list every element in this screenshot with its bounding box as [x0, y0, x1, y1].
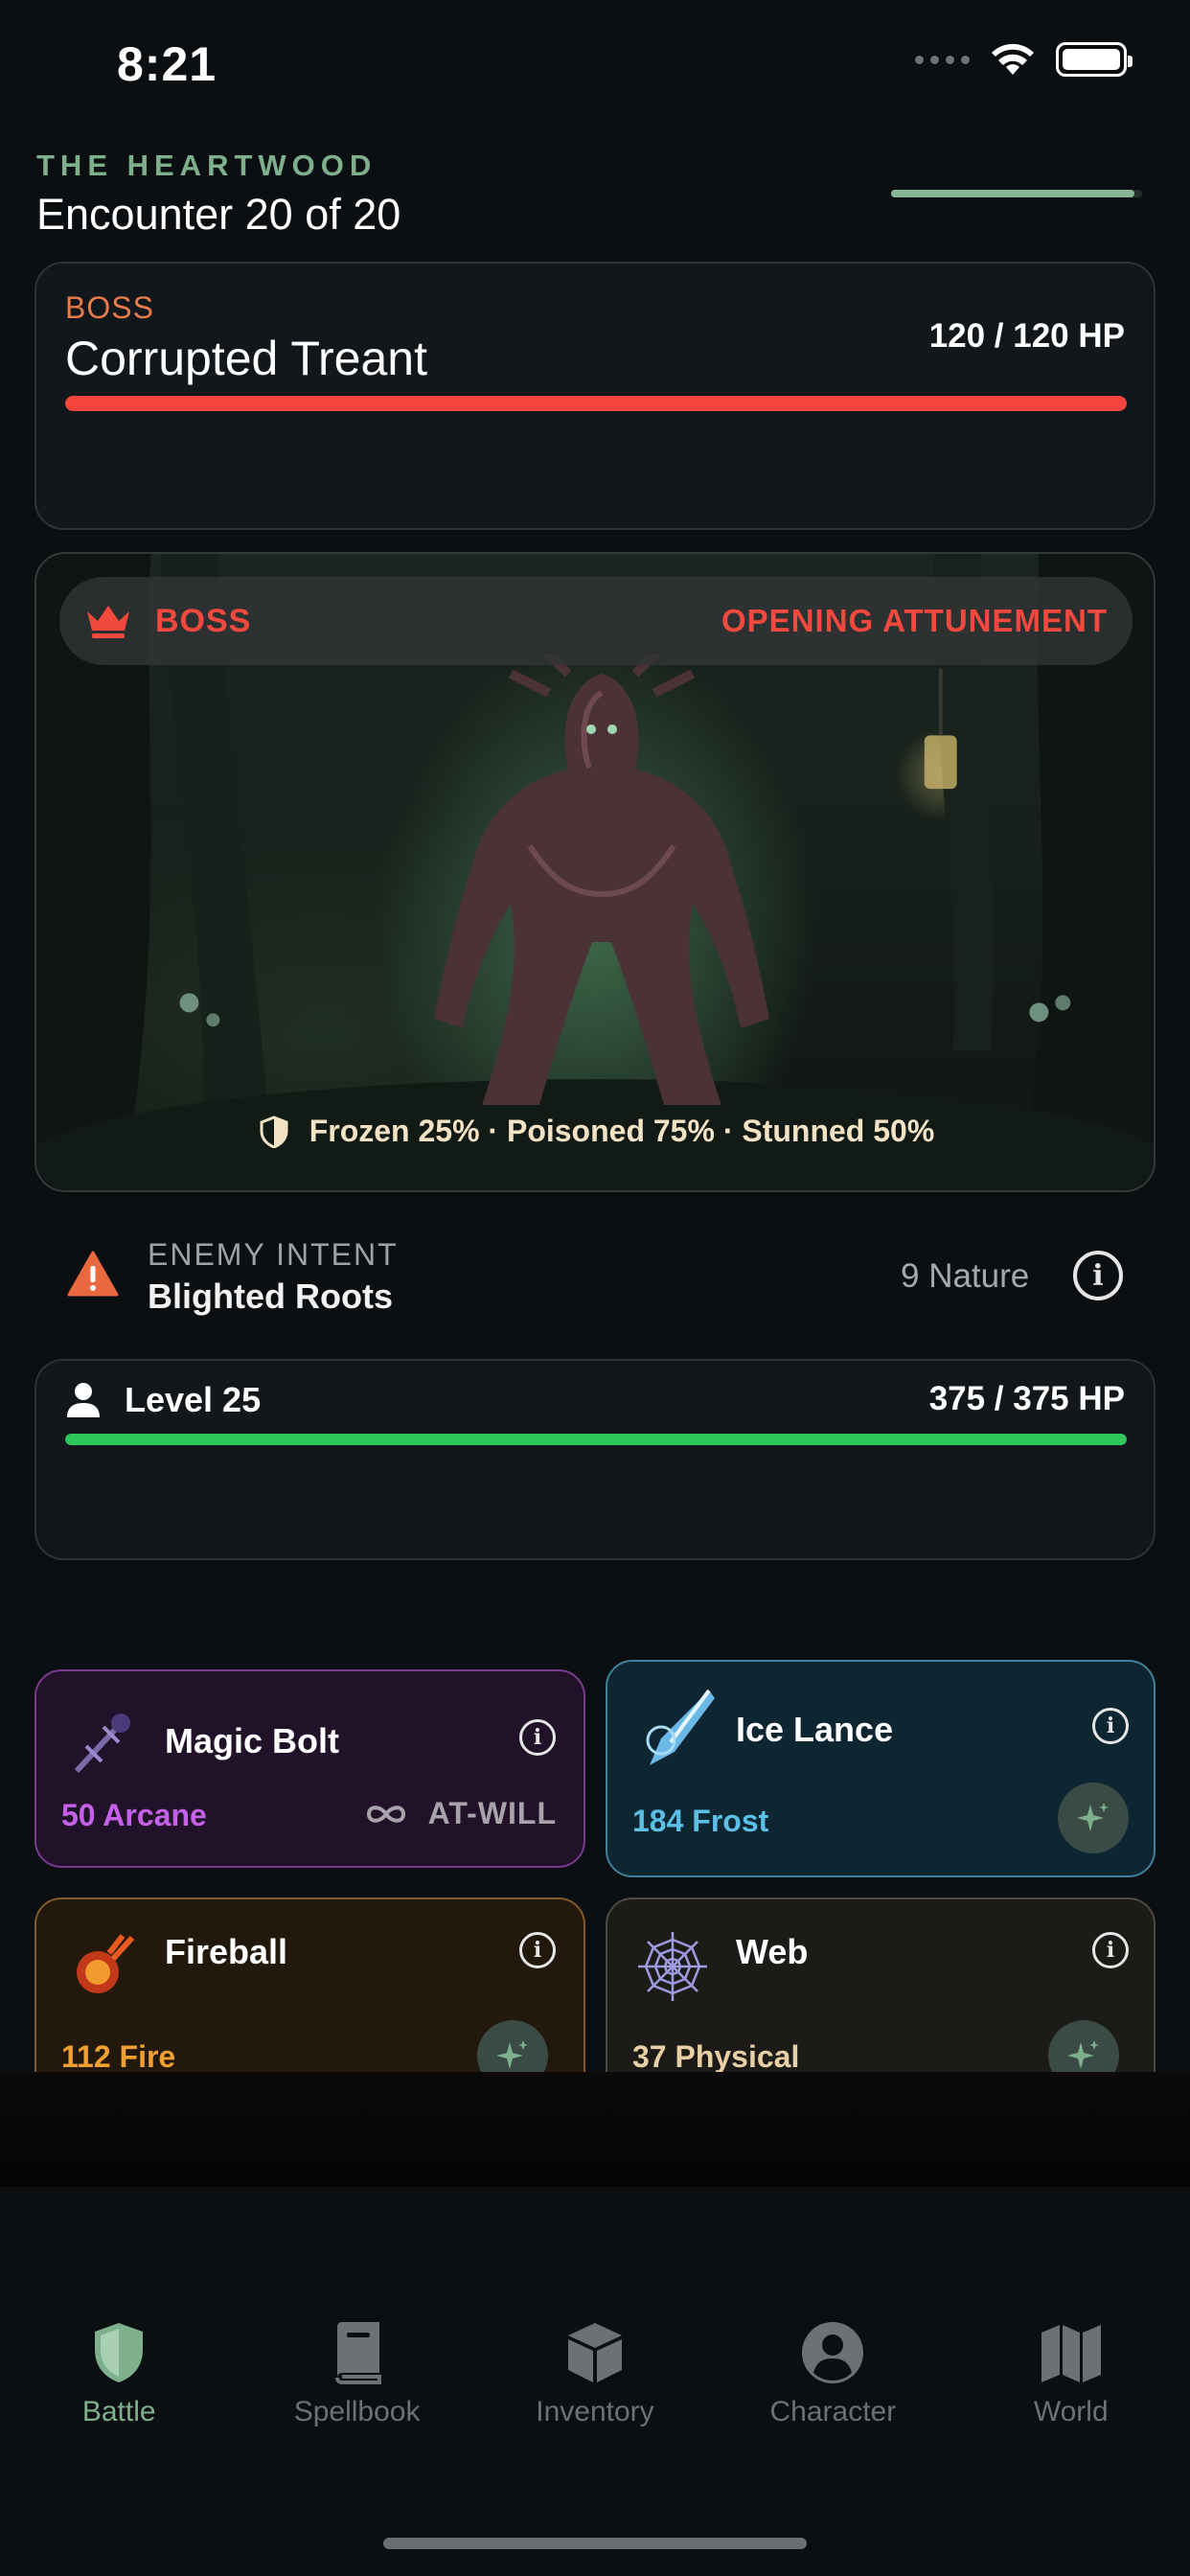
spell-damage: 50 Arcane: [61, 1798, 207, 1832]
boss-name: Corrupted Treant: [65, 332, 427, 385]
battle-scene[interactable]: BOSS OPENING ATTUNEMENT Frozen 25% · Poi…: [34, 552, 1156, 1192]
ice-lance-icon: [646, 1689, 715, 1765]
intent-info-icon[interactable]: i: [1073, 1251, 1123, 1300]
boss-status-card: BOSS Corrupted Treant 120 / 120 HP: [34, 262, 1156, 530]
spell-card-ice-lance[interactable]: Ice Lance i 184 Frost: [606, 1660, 1156, 1877]
spell-damage: 112 Fire: [61, 2039, 176, 2074]
at-will-indicator: AT-WILL: [363, 1796, 557, 1831]
spell-scroll-clip: [0, 2072, 1190, 2187]
status-effects: Frozen 25% · Poisoned 75% · Stunned 50%: [36, 1114, 1154, 1149]
tab-label: Spellbook: [293, 2396, 421, 2427]
tab-label: Battle: [81, 2396, 156, 2427]
spell-mode: AT-WILL: [427, 1796, 557, 1830]
magic-bolt-icon: [74, 1714, 130, 1774]
encounter-progress-bar: [891, 190, 1142, 197]
spell-name: Fireball: [165, 1932, 288, 1971]
encounter-progress-fill: [891, 190, 1135, 197]
spell-info-icon[interactable]: i: [1092, 1708, 1129, 1744]
status-effects-text: Frozen 25% · Poisoned 75% · Stunned 50%: [309, 1114, 935, 1148]
tab-inventory[interactable]: Inventory: [499, 2319, 691, 2511]
boss-tag: BOSS: [65, 290, 154, 325]
spell-info-icon[interactable]: i: [519, 1932, 556, 1968]
spell-damage: 37 Physical: [632, 2039, 800, 2074]
player-level: Level 25: [125, 1380, 262, 1419]
person-circle-icon: [802, 2322, 864, 2383]
player-hp-fill: [65, 1434, 1127, 1445]
tab-label: World: [1033, 2396, 1109, 2427]
corrupted-treant-figure: [434, 655, 769, 1105]
tab-bar: Battle Spellbook Inventory Character Wor…: [0, 2319, 1190, 2511]
boss-hp-text: 120 / 120 HP: [928, 317, 1125, 355]
banner-boss-tag: BOSS: [155, 602, 252, 639]
shield-icon: [260, 1115, 288, 1148]
boss-hp-bar: [65, 396, 1127, 411]
tab-label: Inventory: [536, 2396, 654, 2427]
tab-world[interactable]: World: [975, 2319, 1167, 2511]
sparkle-icon: [1067, 2040, 1099, 2069]
crown-icon: [87, 606, 129, 638]
spell-info-icon[interactable]: i: [519, 1719, 556, 1756]
spell-name: Web: [736, 1932, 809, 1971]
status-icons: [915, 42, 1133, 77]
encounter-banner: BOSS OPENING ATTUNEMENT: [59, 577, 1133, 665]
tab-character[interactable]: Character: [737, 2319, 928, 2511]
sparkle-icon: [1077, 1803, 1109, 1831]
boss-hp-fill: [65, 396, 1127, 411]
enemy-intent-name: Blighted Roots: [148, 1276, 393, 1316]
tab-spellbook[interactable]: Spellbook: [262, 2319, 453, 2511]
boss-phase-label: OPENING ATTUNEMENT: [721, 603, 1108, 638]
player-status-card: Level 25 375 / 375 HP: [34, 1359, 1156, 1560]
tab-battle[interactable]: Battle: [23, 2319, 215, 2511]
enemy-intent-label: ENEMY INTENT: [148, 1237, 399, 1272]
player-hp-text: 375 / 375 HP: [928, 1380, 1125, 1417]
encounter-counter: Encounter 20 of 20: [36, 190, 401, 239]
status-time: 8:21: [117, 37, 217, 91]
infinity-icon: [366, 1805, 405, 1823]
book-icon: [334, 2322, 381, 2384]
spell-name: Ice Lance: [736, 1710, 894, 1749]
player-hp-bar: [65, 1434, 1127, 1445]
map-icon: [1041, 2325, 1101, 2382]
wifi-icon: [992, 43, 1034, 75]
spell-damage: 184 Frost: [632, 1804, 769, 1838]
cast-spell-button[interactable]: [1058, 1782, 1129, 1853]
box-icon: [567, 2323, 622, 2382]
fireball-icon: [77, 1934, 135, 1993]
spell-name: Magic Bolt: [165, 1721, 340, 1760]
home-indicator[interactable]: [383, 2538, 807, 2549]
area-name: THE HEARTWOOD: [36, 149, 378, 182]
sparkle-icon: [496, 2040, 528, 2069]
enemy-intent-value: 9 Nature: [901, 1257, 1030, 1295]
signal-dots-icon: [915, 55, 970, 64]
shield-icon: [95, 2323, 144, 2382]
spell-card-magic-bolt[interactable]: Magic Bolt i 50 Arcane AT-WILL: [34, 1669, 585, 1868]
spell-info-icon[interactable]: i: [1092, 1932, 1129, 1968]
warning-icon: [67, 1251, 119, 1297]
tab-label: Character: [769, 2396, 897, 2427]
web-icon: [638, 1932, 707, 2001]
battery-icon: [1056, 42, 1133, 77]
person-icon: [67, 1383, 100, 1417]
